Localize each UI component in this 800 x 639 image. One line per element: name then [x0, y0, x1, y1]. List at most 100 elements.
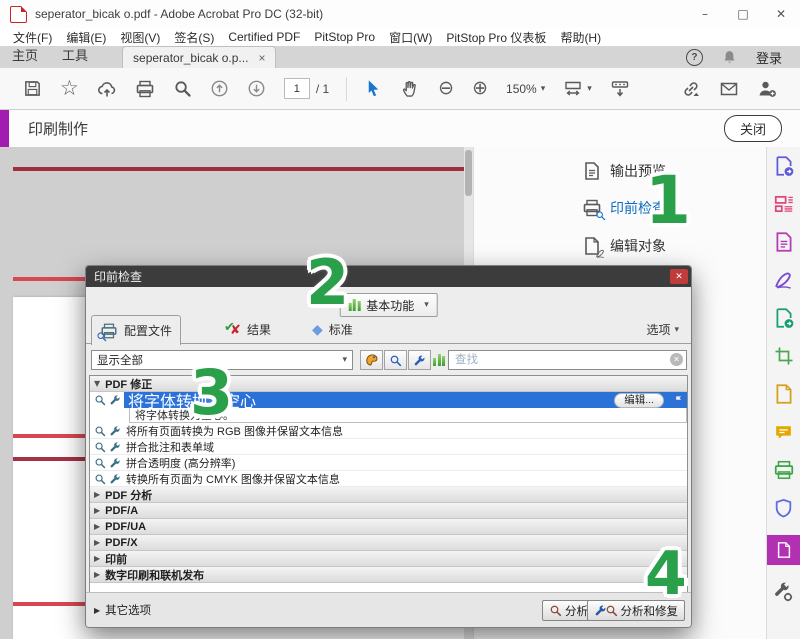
further-options-toggle[interactable]: ▶ 其它选项 — [94, 602, 151, 618]
list-item-selected[interactable]: 将字体转换为空心 编辑... — [90, 392, 687, 408]
list-item[interactable]: 拼合批注和表单域 — [90, 439, 687, 455]
menu-window[interactable]: 窗口(W) — [382, 28, 439, 47]
page-rule-line — [13, 167, 464, 171]
search-bars-icon — [433, 354, 445, 366]
add-tools-icon[interactable] — [773, 581, 795, 603]
list-group-prepress[interactable]: ▶ 印前 — [90, 551, 687, 567]
clear-search-icon[interactable]: ✕ — [670, 353, 683, 366]
annotation-3: 3 — [190, 362, 233, 424]
tab-home[interactable]: 主页 — [0, 42, 50, 68]
tool-accent-strip — [0, 110, 9, 147]
menu-certified-pdf[interactable]: Certified PDF — [221, 29, 307, 45]
send-file-icon[interactable] — [773, 307, 795, 329]
magnifier-icon — [94, 394, 106, 406]
close-icon[interactable]: ✕ — [762, 1, 800, 27]
zoom-out-icon[interactable]: ⊖ — [438, 79, 454, 98]
magnifier-icon — [94, 441, 106, 453]
annotation-4: 4 — [645, 544, 687, 604]
zoom-level-dropdown[interactable]: 150%▾ — [506, 82, 545, 96]
dialog-titlebar[interactable]: 印前检查 — [86, 266, 691, 287]
menu-pitstop-dashboard[interactable]: PitStop Pro 仪表板 — [439, 28, 553, 47]
sign-in-button[interactable]: 登录 — [756, 48, 782, 67]
cloud-upload-icon[interactable] — [97, 79, 117, 99]
acrobat-window: seperator_bicak o.pdf - Adobe Acrobat Pr… — [0, 0, 800, 639]
list-group-pdfx[interactable]: ▶ PDF/X — [90, 535, 687, 551]
scrollbar-thumb[interactable] — [465, 150, 472, 196]
dialog-footer: ▶ 其它选项 分析 分析和修复 — [86, 592, 691, 627]
list-group-pdfa[interactable]: ▶ PDF/A — [90, 503, 687, 519]
find-icon[interactable] — [173, 79, 192, 98]
tab-results[interactable]: ✔ ✘ 结果 — [216, 315, 279, 343]
fit-width-icon[interactable]: ▾ — [563, 79, 592, 99]
fixups-view-button[interactable] — [408, 350, 431, 370]
edit-button[interactable]: 编辑... — [614, 393, 664, 408]
close-tab-icon[interactable]: × — [258, 51, 265, 65]
dialog-close-icon[interactable]: ✕ — [670, 269, 688, 284]
diamond-icon: ◆ — [312, 321, 323, 338]
save-icon[interactable] — [23, 79, 42, 98]
wrench-icon — [109, 394, 121, 406]
export-pdf-icon[interactable] — [773, 155, 795, 177]
library-bars-icon — [348, 299, 360, 311]
edit-pdf-icon[interactable] — [773, 231, 795, 253]
list-item[interactable]: 转换所有页面为 CMYK 图像并保留文本信息 — [90, 471, 687, 487]
magnifier-icon — [94, 473, 106, 485]
list-group-pdf-analysis[interactable]: ▶ PDF 分析 — [90, 487, 687, 503]
organize-pages-icon[interactable] — [773, 193, 795, 215]
share-link-icon[interactable] — [681, 79, 701, 99]
acrobat-app-icon — [10, 6, 27, 23]
fill-and-sign-icon[interactable] — [773, 269, 795, 291]
toolbar-menu-icon[interactable] — [610, 79, 630, 99]
next-page-icon[interactable] — [247, 79, 266, 98]
tab-standards[interactable]: ◆ 标准 — [304, 315, 361, 343]
list-item[interactable]: 将所有页面转换为 RGB 图像并保留文本信息 — [90, 423, 687, 439]
wrench-icon — [109, 441, 121, 453]
annotation-1: 1 — [645, 168, 691, 234]
select-tool-icon[interactable] — [364, 79, 383, 98]
search-input[interactable] — [448, 350, 687, 370]
page-count-label: / 1 — [316, 82, 329, 96]
crop-pages-icon[interactable] — [773, 345, 795, 367]
pdf-page-icon[interactable] — [773, 383, 795, 405]
minimize-icon[interactable]: – — [686, 1, 724, 27]
page-title: 印刷制作 — [28, 118, 88, 139]
close-tool-button[interactable]: 关闭 — [724, 115, 782, 142]
annotation-2: 2 — [306, 252, 349, 314]
page-number-input[interactable]: 1 — [284, 78, 310, 99]
profile-category-button[interactable] — [360, 350, 383, 370]
menu-view[interactable]: 视图(V) — [113, 28, 167, 47]
print-production-icon[interactable] — [773, 459, 795, 481]
window-titlebar: seperator_bicak o.pdf - Adobe Acrobat Pr… — [0, 0, 800, 29]
menu-sign[interactable]: 签名(S) — [167, 28, 221, 47]
zoom-in-icon[interactable]: ⊕ — [472, 79, 488, 98]
help-icon[interactable]: ? — [686, 49, 703, 66]
wrench-icon — [413, 354, 426, 367]
list-group-pdfua[interactable]: ▶ PDF/UA — [90, 519, 687, 535]
menu-pitstop-pro[interactable]: PitStop Pro — [307, 29, 382, 45]
library-dropdown[interactable]: 基本功能 ▾ — [339, 293, 438, 317]
tab-profiles[interactable]: 配置文件 — [91, 315, 181, 345]
tab-document[interactable]: seperator_bicak o.p... × — [122, 46, 276, 68]
list-group-digital-printing[interactable]: ▶ 数字印刷和联机发布 — [90, 567, 687, 583]
magnifier-icon — [94, 457, 106, 469]
hand-tool-icon[interactable] — [401, 79, 420, 98]
star-icon[interactable]: ☆ — [60, 78, 79, 99]
add-account-icon[interactable] — [757, 79, 777, 99]
bell-icon[interactable] — [721, 49, 738, 66]
options-menu[interactable]: 选项▾ — [646, 321, 679, 338]
tab-tools[interactable]: 工具 — [50, 42, 100, 68]
email-icon[interactable] — [719, 79, 739, 99]
tools-rail — [766, 147, 800, 639]
menu-help[interactable]: 帮助(H) — [553, 28, 608, 47]
protect-icon[interactable] — [773, 497, 795, 519]
previous-page-icon[interactable] — [210, 79, 229, 98]
main-toolbar: ☆ 1 / 1 ⊖ ⊕ 150%▾ ▾ — [0, 68, 800, 110]
print-icon[interactable] — [135, 79, 155, 99]
panel-item-edit-object[interactable]: 编辑对象 — [582, 236, 666, 256]
print-production-active-icon[interactable] — [767, 535, 800, 565]
maximize-icon[interactable]: □ — [724, 1, 762, 27]
magnifier-icon — [94, 425, 106, 437]
comment-icon[interactable] — [773, 421, 795, 443]
list-item[interactable]: 拼合透明度 (高分辨率) — [90, 455, 687, 471]
analysis-view-button[interactable] — [384, 350, 407, 370]
